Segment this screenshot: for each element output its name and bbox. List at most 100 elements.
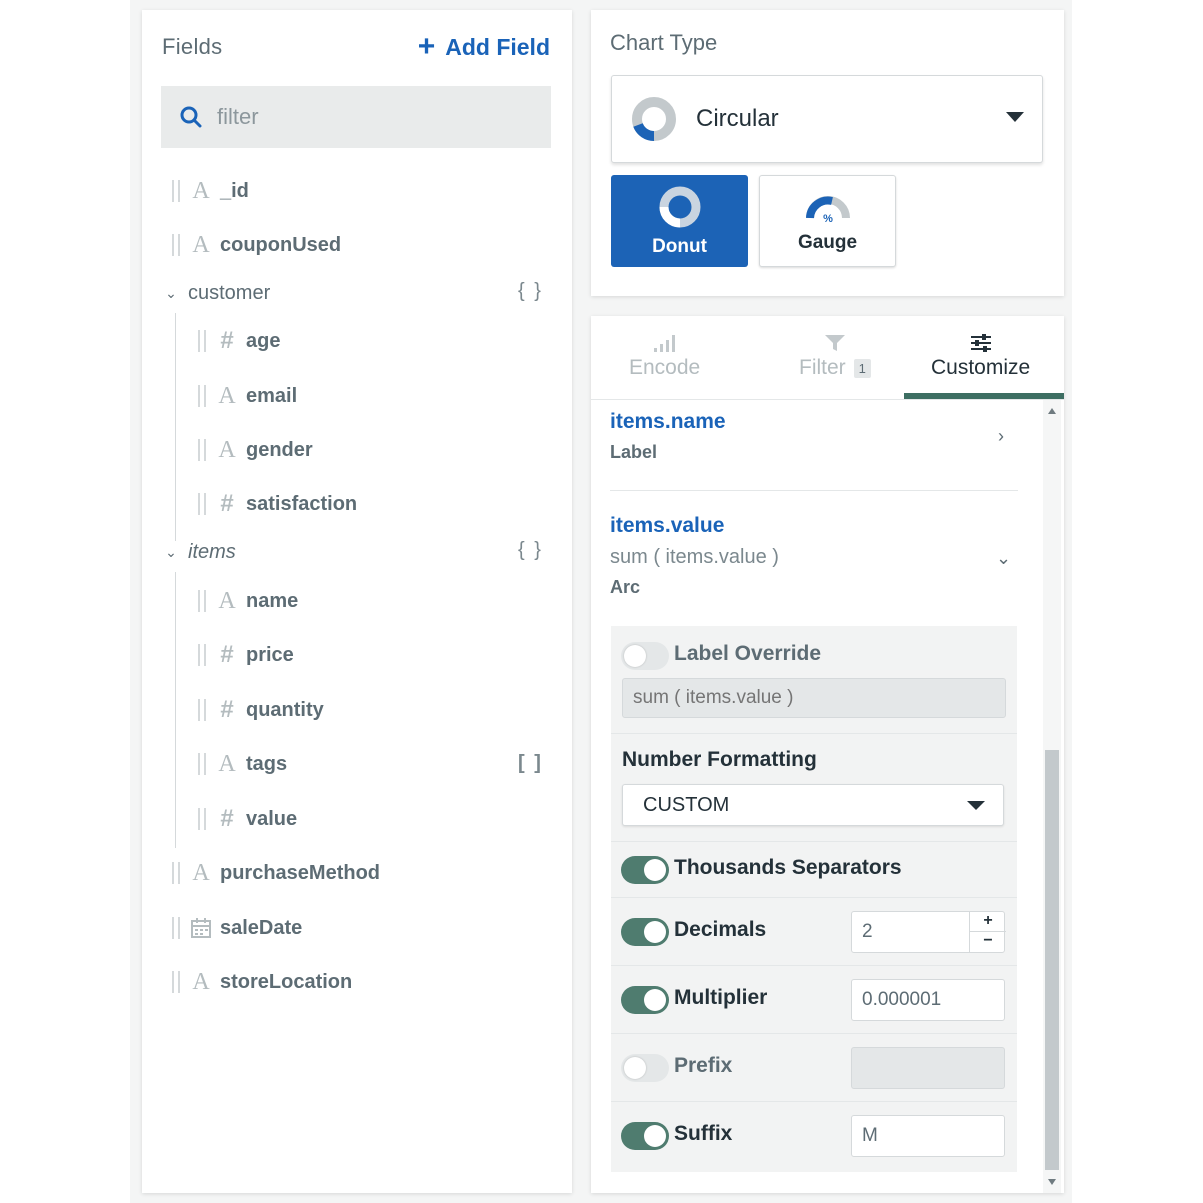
increment-button[interactable]: + [970,911,1006,932]
encoding-items-value[interactable]: items.value sum ( items.value ) Arc ⌄ [610,514,1018,598]
add-field-label: Add Field [445,33,550,60]
field-age[interactable]: # age [198,326,280,356]
chevron-down-icon[interactable]: ⌄ [164,544,178,561]
calendar-icon [190,917,212,939]
field-name: couponUsed [220,233,342,256]
donut-subtype-button[interactable]: Donut [611,175,748,267]
donut-label: Donut [652,236,707,257]
add-field-button[interactable]: + Add Field [418,32,550,62]
label-override-toggle[interactable] [621,642,669,670]
field-email[interactable]: A email [198,381,297,411]
scrollbar-thumb[interactable] [1045,750,1059,1170]
sliders-icon [970,334,991,352]
drag-handle-icon[interactable] [198,330,206,352]
drag-handle-icon[interactable] [198,493,206,515]
field-satisfaction[interactable]: # satisfaction [198,489,357,519]
field-name-label: name [246,589,299,612]
tab-encode[interactable]: Encode [629,334,700,380]
chart-type-select[interactable]: Circular [611,75,1043,163]
field-name: satisfaction [246,492,358,515]
suffix-input[interactable] [851,1115,1005,1157]
gauge-subtype-button[interactable]: % Gauge [759,175,896,267]
gauge-icon: % [805,196,850,225]
encoding-aggregate: sum ( items.value ) [610,546,779,568]
scroll-up-icon[interactable] [1048,408,1056,414]
field-saledate[interactable]: saleDate [172,913,302,943]
scrollbar[interactable] [1043,400,1061,1193]
drag-handle-icon[interactable] [172,971,180,993]
field-name: value [246,807,298,830]
fields-panel: Fields + Add Field A _id A couponUsed ⌄ … [142,10,572,1193]
suffix-row: Suffix [611,1102,1017,1172]
tab-customize[interactable]: Customize [931,334,1030,380]
prefix-input[interactable] [851,1047,1005,1089]
field-storelocation[interactable]: A storeLocation [172,967,352,997]
search-input[interactable] [217,104,517,130]
field-name: email [246,384,298,407]
prefix-row: Prefix [611,1034,1017,1102]
multiplier-input[interactable] [851,979,1005,1021]
multiplier-toggle[interactable] [621,986,669,1014]
toggle-knob [624,645,646,667]
string-type-icon: A [192,231,210,258]
drag-handle-icon[interactable] [172,917,180,939]
drag-handle-icon[interactable] [198,385,206,407]
chevron-right-icon[interactable]: › [998,426,1004,447]
decrement-button[interactable]: − [970,932,1006,953]
settings-tabs: Encode Filter 1 Customize [591,316,1064,400]
field-value[interactable]: # value [198,804,297,834]
field-id[interactable]: A _id [172,176,249,206]
drag-handle-icon[interactable] [198,644,206,666]
thousands-separators-label: Thousands Separators [674,856,902,879]
chevron-down-icon[interactable]: ⌄ [996,548,1011,569]
decimals-stepper: + − [969,911,1006,953]
field-couponused[interactable]: A couponUsed [172,230,341,260]
encoding-field-name: items.value [610,514,725,537]
multiplier-label: Multiplier [674,986,768,1009]
string-type-icon: A [192,859,210,886]
settings-panel: Encode Filter 1 Customize items.name Labe… [591,316,1064,1193]
drag-handle-icon[interactable] [172,234,180,256]
chart-type-title: Chart Type [610,30,718,55]
number-type-icon: # [220,641,234,668]
number-formatting-select[interactable]: CUSTOM [622,784,1004,826]
field-tags[interactable]: A tags [198,749,287,779]
label-override-input[interactable] [622,678,1006,718]
number-type-icon: # [220,805,234,832]
decimals-toggle[interactable] [621,918,669,946]
field-gender[interactable]: A gender [198,435,313,465]
toggle-knob [624,1057,646,1079]
field-customer[interactable]: ⌄ customer [164,278,270,308]
toggle-knob [644,989,666,1011]
string-type-icon: A [192,968,210,995]
drag-handle-icon[interactable] [172,862,180,884]
toggle-knob [644,921,666,943]
fields-title: Fields [162,34,223,59]
chevron-down-icon[interactable]: ⌄ [164,285,178,302]
object-marker: { } [518,280,543,302]
drag-handle-icon[interactable] [198,439,206,461]
field-name: saleDate [220,916,303,939]
string-type-icon: A [218,436,236,463]
prefix-toggle[interactable] [621,1054,669,1082]
encoding-items-name[interactable]: items.name Label › [610,410,1018,463]
field-items[interactable]: ⌄ items [164,537,236,567]
drag-handle-icon[interactable] [172,180,180,202]
scroll-down-icon[interactable] [1048,1179,1056,1185]
suffix-toggle[interactable] [621,1122,669,1150]
thousands-separators-toggle[interactable] [621,856,669,884]
tab-filter[interactable]: Filter 1 [799,334,871,380]
decimals-label: Decimals [674,918,767,941]
items-tree-line [175,572,176,848]
field-purchasemethod[interactable]: A purchaseMethod [172,858,380,888]
field-price[interactable]: # price [198,640,294,670]
drag-handle-icon[interactable] [198,808,206,830]
drag-handle-icon[interactable] [198,753,206,775]
field-quantity[interactable]: # quantity [198,695,324,725]
field-name: age [246,329,281,352]
drag-handle-icon[interactable] [198,590,206,612]
field-name[interactable]: A name [198,586,298,616]
string-type-icon: A [192,177,210,204]
drag-handle-icon[interactable] [198,699,206,721]
number-type-icon: # [220,696,234,723]
